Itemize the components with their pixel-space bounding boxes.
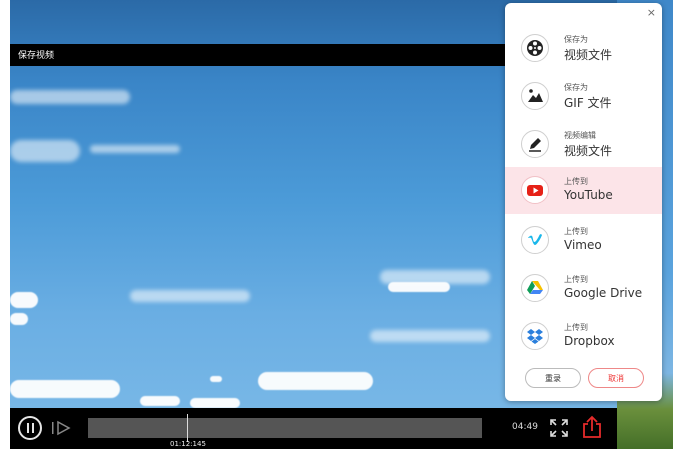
option-upload-google-drive[interactable]: 上传到 Google Drive (505, 265, 662, 312)
reset-button[interactable]: 重录 (525, 368, 581, 388)
option-video-edit[interactable]: 视频编辑 视频文件 (505, 121, 662, 168)
option-subtitle: 上传到 (564, 275, 588, 284)
playhead[interactable] (186, 414, 188, 442)
option-label: Vimeo (564, 238, 602, 252)
google-drive-icon (521, 274, 549, 302)
option-subtitle: 上传到 (564, 323, 588, 332)
share-upload-icon (583, 415, 601, 438)
option-subtitle: 上传到 (564, 227, 588, 236)
vimeo-icon (521, 226, 549, 254)
option-subtitle: 保存为 (564, 83, 588, 92)
image-gif-icon (521, 82, 549, 110)
option-label: YouTube (564, 188, 613, 202)
cloud (10, 313, 28, 325)
share-button[interactable] (581, 415, 603, 439)
option-label: 视频文件 (564, 144, 613, 158)
option-save-gif[interactable]: 保存为 GIF 文件 (505, 73, 662, 120)
film-reel-icon (521, 34, 549, 62)
cloud (140, 396, 180, 406)
playback-controls: 01:12:145 04:49 (10, 408, 617, 449)
cancel-button[interactable]: 取消 (588, 368, 644, 388)
cloud (210, 376, 222, 382)
cloud (388, 282, 450, 292)
option-subtitle: 视频编辑 (564, 131, 596, 140)
timeline-scrubber[interactable] (88, 414, 482, 442)
option-label: Google Drive (564, 286, 643, 300)
video-title: 保存视频 (18, 51, 55, 61)
pause-icon (25, 423, 35, 433)
option-label: GIF 文件 (564, 96, 612, 110)
option-save-video[interactable]: 保存为 视频文件 (505, 25, 662, 72)
option-label: 视频文件 (564, 48, 613, 62)
edit-pen-icon (521, 130, 549, 158)
cloud (258, 372, 373, 390)
page-bottom-edge (0, 449, 673, 455)
fullscreen-icon (550, 419, 568, 437)
cloud (10, 380, 120, 398)
fullscreen-button[interactable] (549, 418, 569, 438)
option-upload-vimeo[interactable]: 上传到 Vimeo (505, 217, 662, 264)
close-icon[interactable]: × (647, 7, 656, 18)
option-upload-youtube[interactable]: 上传到 YouTube (505, 167, 662, 214)
cloud-wisp (370, 330, 490, 342)
step-forward-icon (52, 420, 71, 436)
share-panel: × 保存为 视频文件 保存为 GIF 文件 视频编辑 视频文件 上传到 YouT… (505, 3, 662, 401)
total-time: 04:49 (512, 422, 538, 432)
cloud (190, 398, 240, 408)
cloud-wisp (10, 140, 80, 162)
step-forward-button[interactable] (50, 420, 72, 436)
pause-button[interactable] (18, 416, 42, 440)
cloud-wisp (90, 145, 180, 153)
option-label: Dropbox (564, 334, 615, 348)
dropbox-icon (521, 322, 549, 350)
option-upload-dropbox[interactable]: 上传到 Dropbox (505, 313, 662, 360)
cloud (10, 292, 38, 308)
cloud-wisp (10, 90, 130, 104)
option-subtitle: 上传到 (564, 177, 588, 186)
option-subtitle: 保存为 (564, 35, 588, 44)
youtube-icon (521, 176, 549, 204)
current-time: 01:12:145 (170, 440, 206, 448)
cloud-wisp (130, 290, 250, 302)
